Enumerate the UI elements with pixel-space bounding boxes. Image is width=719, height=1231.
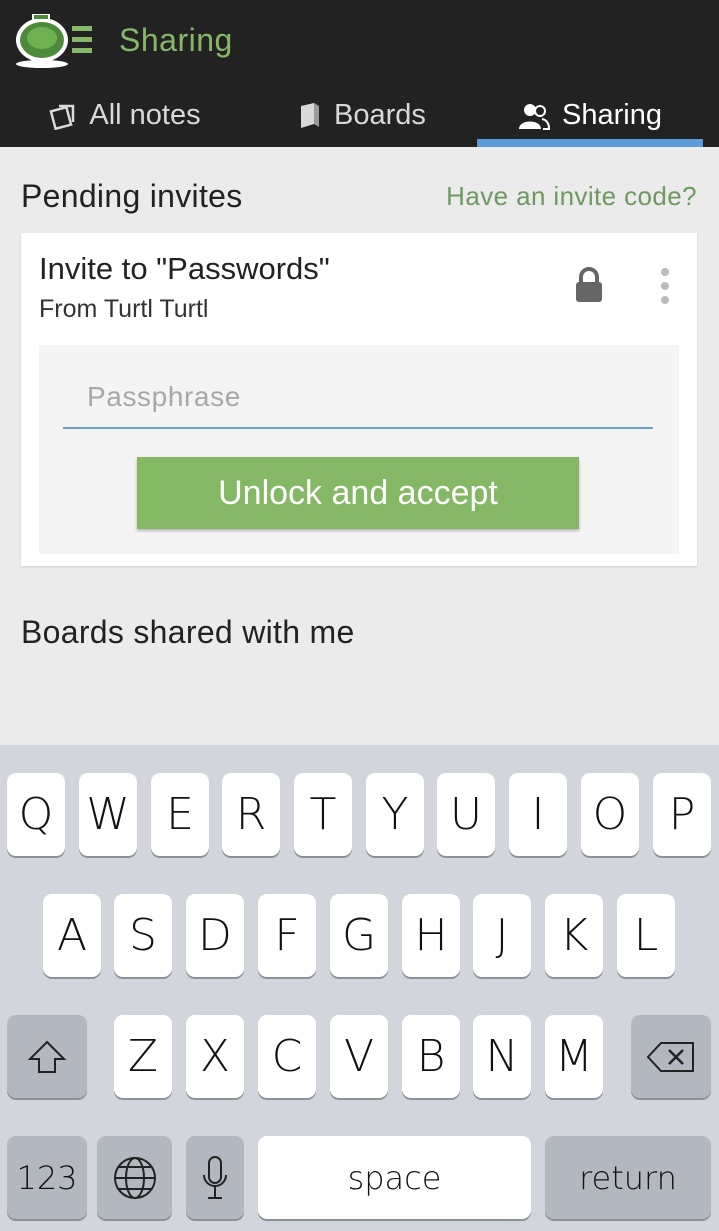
board-icon xyxy=(298,102,322,130)
key-i[interactable]: I xyxy=(509,773,567,856)
key-m[interactable]: M xyxy=(545,1015,603,1098)
tab-all-notes-label: All notes xyxy=(89,99,201,131)
tab-sharing[interactable]: Sharing xyxy=(477,84,703,147)
globe-icon xyxy=(113,1156,156,1199)
lock-icon xyxy=(576,267,602,302)
shift-icon xyxy=(27,1040,67,1073)
key-h[interactable]: H xyxy=(402,894,460,977)
users-icon xyxy=(518,102,551,130)
key-v[interactable]: V xyxy=(330,1015,388,1098)
key-s[interactable]: S xyxy=(114,894,172,977)
notes-icon xyxy=(49,102,77,130)
shift-key[interactable] xyxy=(7,1015,87,1098)
more-options-icon[interactable] xyxy=(657,267,673,307)
key-c[interactable]: C xyxy=(258,1015,316,1098)
backspace-key[interactable] xyxy=(631,1015,711,1098)
key-e[interactable]: E xyxy=(151,773,209,856)
tab-sharing-label: Sharing xyxy=(562,99,662,131)
key-o[interactable]: O xyxy=(581,773,639,856)
key-q[interactable]: Q xyxy=(7,773,65,856)
tab-boards-label: Boards xyxy=(334,99,426,131)
key-f[interactable]: F xyxy=(258,894,316,977)
key-r[interactable]: R xyxy=(222,773,280,856)
app-title: Sharing xyxy=(119,22,233,58)
key-y[interactable]: Y xyxy=(366,773,424,856)
key-t[interactable]: T xyxy=(294,773,352,856)
tab-bar: All notes Boards Sharing xyxy=(0,84,719,147)
key-z[interactable]: Z xyxy=(114,1015,172,1098)
key-b[interactable]: B xyxy=(402,1015,460,1098)
unlock-and-accept-button[interactable]: Unlock and accept xyxy=(137,457,579,529)
key-u[interactable]: U xyxy=(437,773,495,856)
active-tab-indicator xyxy=(477,139,703,147)
globe-key[interactable] xyxy=(97,1136,172,1219)
key-x[interactable]: X xyxy=(186,1015,244,1098)
backspace-icon xyxy=(646,1041,694,1072)
unlock-panel: Unlock and accept xyxy=(39,345,679,554)
on-screen-keyboard: Q W E R T Y U I O P A S D F G H J K L Z … xyxy=(0,745,719,1231)
invite-card: Invite to "Passwords" From Turtl Turtl U… xyxy=(21,233,697,566)
passphrase-input[interactable] xyxy=(63,367,653,429)
tab-all-notes[interactable]: All notes xyxy=(20,84,230,147)
tab-boards[interactable]: Boards xyxy=(262,84,462,147)
key-w[interactable]: W xyxy=(79,773,137,856)
space-key[interactable]: space xyxy=(258,1136,531,1219)
pending-invites-heading: Pending invites xyxy=(21,178,243,214)
key-g[interactable]: G xyxy=(330,894,388,977)
boards-shared-heading: Boards shared with me xyxy=(21,614,355,650)
numbers-key[interactable]: 123 xyxy=(7,1136,87,1219)
microphone-key[interactable] xyxy=(186,1136,244,1219)
key-j[interactable]: J xyxy=(473,894,531,977)
turtl-logo-icon[interactable] xyxy=(14,12,94,68)
key-n[interactable]: N xyxy=(473,1015,531,1098)
key-p[interactable]: P xyxy=(653,773,711,856)
app-header: Sharing All notes Boards Sharing xyxy=(0,0,719,147)
key-d[interactable]: D xyxy=(186,894,244,977)
return-key[interactable]: return xyxy=(545,1136,711,1219)
microphone-icon xyxy=(203,1155,227,1199)
invite-code-link[interactable]: Have an invite code? xyxy=(446,181,697,212)
key-a[interactable]: A xyxy=(43,894,101,977)
key-k[interactable]: K xyxy=(545,894,603,977)
key-l[interactable]: L xyxy=(617,894,675,977)
invite-title: Invite to "Passwords" xyxy=(39,251,330,286)
invite-from: From Turtl Turtl xyxy=(39,295,209,323)
